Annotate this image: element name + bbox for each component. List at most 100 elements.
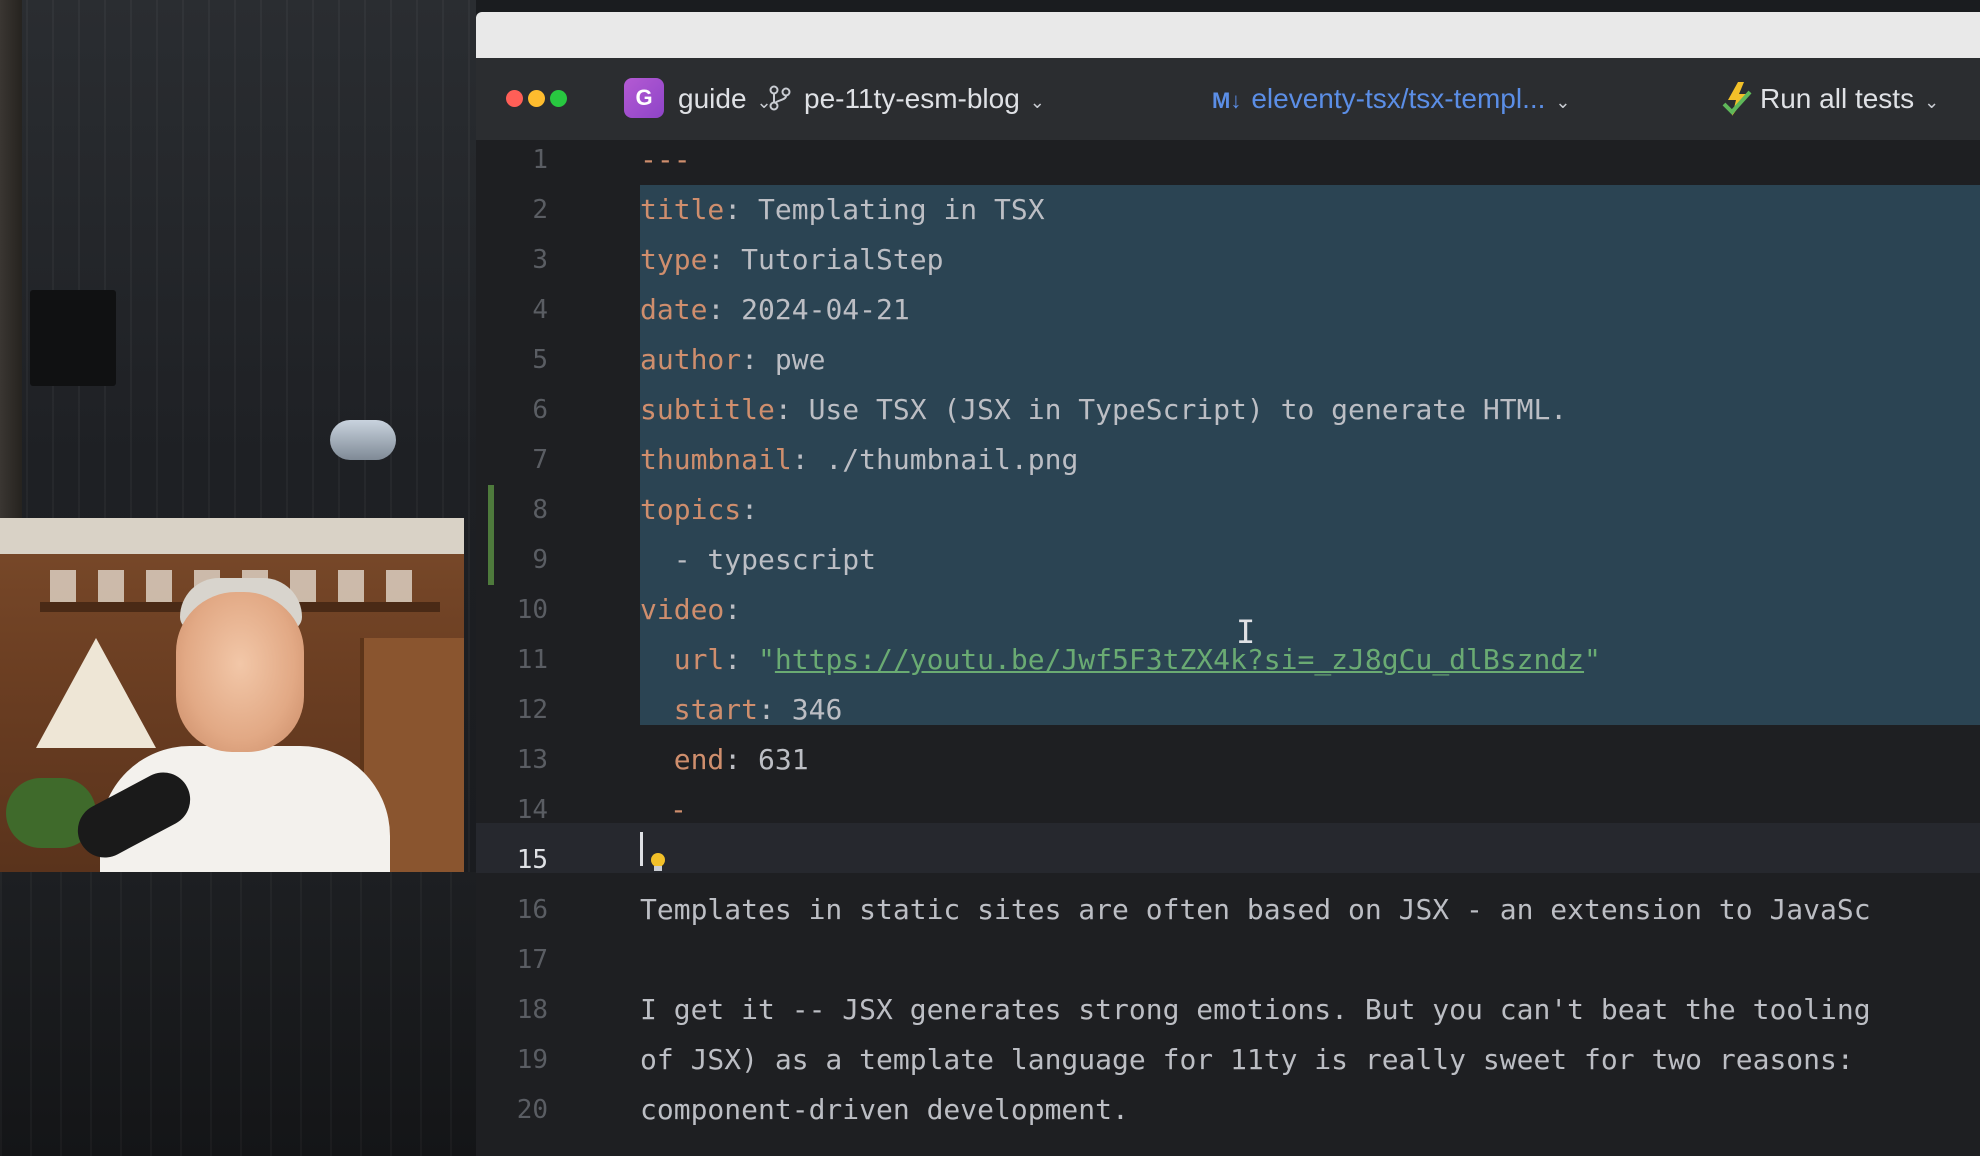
code-text: --- [640,135,691,185]
string-quote: " [758,643,775,676]
line-number: 20 [516,1095,548,1125]
code-line[interactable]: 20 component-driven development. [476,1085,1980,1135]
ide-window: G guide ⌄ pe-11ty-esm-blog ⌄ M↓ eleventy-ts… [476,58,1980,1156]
yaml-value: : [724,643,759,676]
code-editor[interactable]: 1 --- 2 title: Templating in TSX 3 type: Tuto… [476,140,1980,1156]
yaml-value: : 2024-04-21 [707,293,910,326]
project-selector[interactable]: guide ⌄ [678,58,772,140]
line-number: 5 [532,345,548,375]
chevron-down-icon: ⌄ [1029,92,1045,112]
code-line[interactable]: 12 start: 346 [476,685,1980,735]
code-line[interactable]: 16 Templates in static sites are often ba… [476,885,1980,935]
line-number: 19 [516,1045,548,1075]
yaml-key: title [640,193,725,226]
yaml-value: - typescript [640,543,877,576]
branch-selector[interactable]: pe-11ty-esm-blog ⌄ [768,58,1045,140]
text-caret [640,832,643,866]
yaml-key: type [640,243,708,276]
yaml-value: : pwe [741,343,826,376]
video-url-link[interactable]: https://youtu.be/Jwf5F3tZX4k?si=_zJ8gCu_… [775,643,1584,676]
project-avatar[interactable]: G [624,78,664,118]
code-line[interactable]: 13 end: 631 [476,735,1980,785]
code-line[interactable]: 15 [476,835,1980,885]
code-text: title: Templating in TSX [640,185,1045,235]
file-name: eleventy-tsx/tsx-templ... [1251,83,1546,114]
code-text: Templates in static sites are often base… [640,885,1871,935]
wall-speaker [30,290,116,386]
code-line[interactable]: 6 subtitle: Use TSX (JSX in TypeScript) t… [476,385,1980,435]
string-quote: " [1584,643,1601,676]
code-line[interactable]: 8 topics: [476,485,1980,535]
yaml-key: author [640,343,742,376]
yaml-value: - [670,793,687,826]
code-line[interactable]: 17 [476,935,1980,985]
code-text: subtitle: Use TSX (JSX in TypeScript) to… [640,385,1567,435]
code-line[interactable]: 9 - typescript [476,535,1980,585]
code-line[interactable]: 5 author: pwe [476,335,1980,385]
yaml-key: video [640,593,725,626]
line-number: 4 [532,295,548,325]
line-number: 10 [516,595,548,625]
line-number: 9 [532,545,548,575]
code-line[interactable]: 11 url: "https://youtu.be/Jwf5F3tZX4k?si… [476,635,1980,685]
code-text: url: "https://youtu.be/Jwf5F3tZX4k?si=_z… [640,635,1601,685]
code-line[interactable]: 19 of JSX) as a template language for 11t… [476,1035,1980,1085]
line-number: 11 [516,645,548,675]
code-text: thumbnail: ./thumbnail.png [640,435,1078,485]
yaml-key: topics [640,493,742,526]
wall-lower [0,872,476,1156]
yaml-value: : ./thumbnail.png [791,443,1079,476]
line-number: 17 [516,945,548,975]
yaml-value: of JSX) as a template language for 11ty … [640,1043,1854,1076]
line-number: 12 [516,695,548,725]
yaml-value: Templates in static sites are often base… [640,893,1871,926]
line-number: 15 [516,845,548,875]
code-line[interactable]: 2 title: Templating in TSX [476,185,1980,235]
code-text: component-driven development. [640,1085,1129,1135]
file-selector[interactable]: M↓ eleventy-tsx/tsx-templ... ⌄ [1212,58,1571,140]
line-number: 7 [532,445,548,475]
ide-toolbar: G guide ⌄ pe-11ty-esm-blog ⌄ M↓ eleventy-ts… [476,58,1980,140]
yaml-value: I get it -- JSX generates strong emotion… [640,993,1871,1026]
security-camera [330,420,396,460]
code-text: date: 2024-04-21 [640,285,910,335]
zoom-window-button[interactable] [550,90,567,107]
code-text: - [640,785,687,835]
line-number: 1 [532,145,548,175]
line-number: 14 [516,795,548,825]
run-all-tests-button[interactable]: Run all tests ⌄ [1720,58,1939,140]
presenter-face [176,592,304,752]
lightbulb-icon[interactable] [648,852,668,874]
yaml-key: subtitle [640,393,775,426]
line-number: 13 [516,745,548,775]
line-number: 8 [532,495,548,525]
code-text: of JSX) as a template language for 11ty … [640,1035,1854,1085]
yaml-value: : 346 [758,693,843,726]
line-number: 3 [532,245,548,275]
yaml-value: : TutorialStep [707,243,944,276]
yaml-key: start [640,693,759,726]
code-line[interactable]: 10 video: [476,585,1980,635]
yaml-value: : Templating in TSX [724,193,1045,226]
code-text: end: 631 [640,735,809,785]
code-line[interactable]: 18 I get it -- JSX generates strong emoti… [476,985,1980,1035]
code-line[interactable]: 4 date: 2024-04-21 [476,285,1980,335]
code-line[interactable]: 14 - [476,785,1980,835]
yaml-key: end [640,743,725,776]
line-number: 2 [532,195,548,225]
code-line[interactable]: 3 type: TutorialStep [476,235,1980,285]
webcam-overlay [0,518,464,872]
yaml-key: thumbnail [640,443,792,476]
code-line[interactable]: 1 --- [476,135,1980,185]
code-line[interactable]: 7 thumbnail: ./thumbnail.png [476,435,1980,485]
yaml-value: component-driven development. [640,1093,1129,1126]
yaml-value: : 631 [724,743,809,776]
minimize-window-button[interactable] [528,90,545,107]
close-window-button[interactable] [506,90,523,107]
chevron-down-icon: ⌄ [1555,92,1571,112]
code-text: video: [640,585,741,635]
code-text: I get it -- JSX generates strong emotion… [640,985,1871,1035]
code-text: start: 346 [640,685,843,735]
window-top-edge [476,12,1980,58]
yaml-key: --- [640,143,691,176]
